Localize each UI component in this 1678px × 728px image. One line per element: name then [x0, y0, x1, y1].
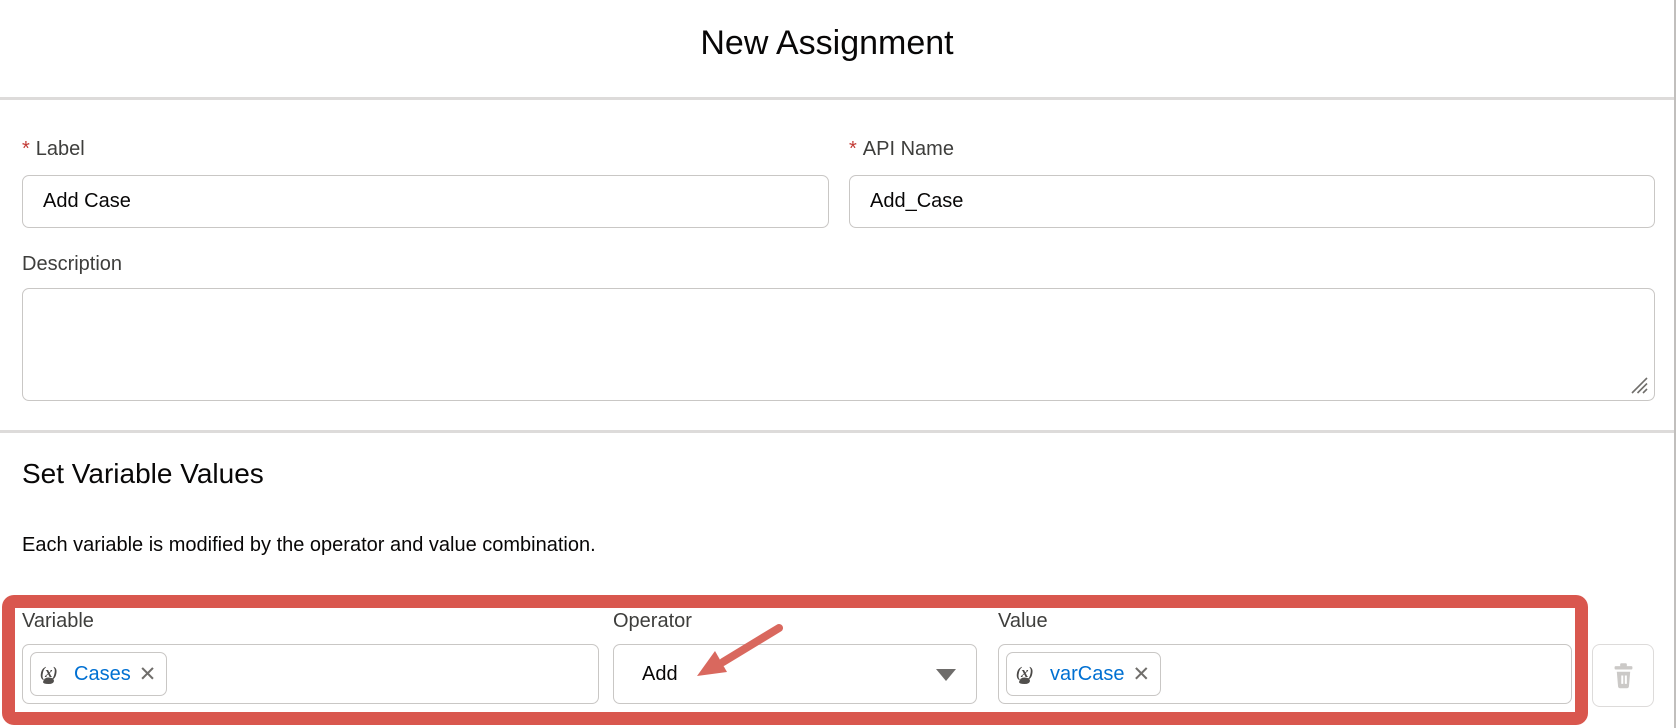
label-field-label: *Label: [22, 138, 85, 161]
remove-value-icon[interactable]: ✕: [1132, 664, 1150, 685]
value-pill[interactable]: (x) varCase ✕: [1006, 652, 1161, 696]
variable-pill-label: Cases: [74, 663, 131, 686]
header-divider: [0, 97, 1674, 100]
required-asterisk: *: [22, 138, 30, 160]
variable-icon: (x): [1015, 661, 1042, 688]
required-asterisk: *: [849, 138, 857, 160]
value-pill-label: varCase: [1050, 663, 1124, 686]
remove-variable-icon[interactable]: ✕: [139, 664, 157, 685]
operator-select[interactable]: Add: [613, 644, 977, 704]
description-field-label: Description: [22, 253, 122, 276]
description-textarea[interactable]: [22, 288, 1655, 401]
value-combobox[interactable]: (x) varCase ✕: [998, 644, 1572, 704]
variable-pill[interactable]: (x) Cases ✕: [30, 652, 167, 696]
trash-icon: [1610, 661, 1637, 690]
operator-column-label: Operator: [613, 610, 692, 633]
value-column-label: Value: [998, 610, 1048, 633]
variable-icon: (x): [39, 661, 66, 688]
section-heading: Set Variable Values: [22, 458, 264, 490]
dialog-title: New Assignment: [0, 24, 1654, 63]
api-name-input[interactable]: [849, 175, 1655, 228]
variable-combobox[interactable]: (x) Cases ✕: [22, 644, 599, 704]
variable-column-label: Variable: [22, 610, 94, 633]
panel-right-border: [1674, 0, 1676, 728]
new-assignment-dialog: New Assignment *Label *API Name Descript…: [0, 0, 1678, 728]
section-divider: [0, 430, 1674, 433]
label-input[interactable]: [22, 175, 829, 228]
delete-row-button[interactable]: [1592, 644, 1654, 707]
section-description: Each variable is modified by the operato…: [22, 534, 596, 557]
operator-selected-value: Add: [642, 645, 678, 703]
dropdown-caret-icon: [936, 669, 956, 681]
api-name-field-label: *API Name: [849, 138, 954, 161]
